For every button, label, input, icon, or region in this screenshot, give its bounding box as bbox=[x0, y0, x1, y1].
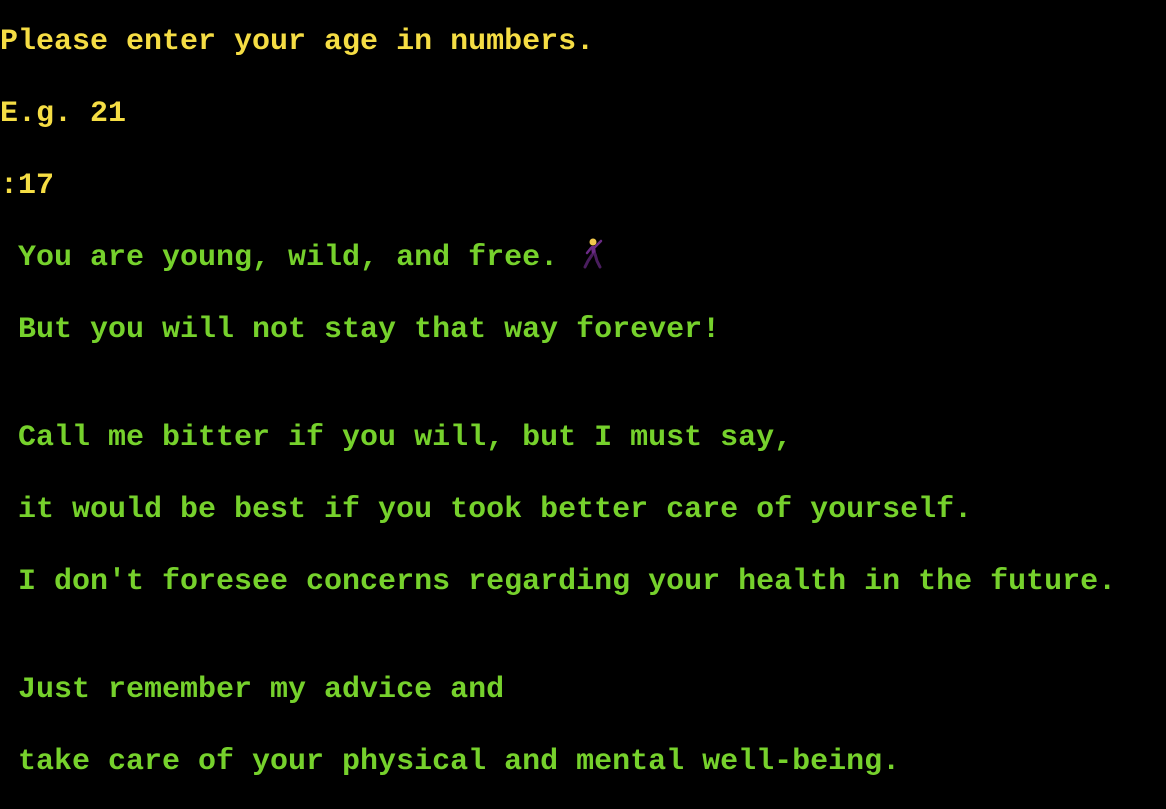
reply-line-health: I don't foresee concerns regarding your … bbox=[0, 565, 1117, 599]
terminal-window: Please enter your age in numbers. E.g. 2… bbox=[0, 0, 1166, 809]
reply-line-forever: But you will not stay that way forever! bbox=[0, 313, 721, 347]
example-line: E.g. 21 bbox=[0, 97, 127, 131]
reply-line-wellbeing: take care of your physical and mental we… bbox=[0, 745, 901, 779]
reply-line-advice: Just remember my advice and bbox=[0, 673, 505, 707]
dancing-person-icon bbox=[583, 238, 603, 269]
reply-line-young-text: You are young, wild, and free. bbox=[0, 241, 559, 275]
reply-line-young: You are young, wild, and free. bbox=[0, 238, 606, 276]
user-input-line: :17 bbox=[0, 169, 55, 203]
prompt-line: Please enter your age in numbers. bbox=[0, 25, 595, 59]
reply-line-care: it would be best if you took better care… bbox=[0, 493, 973, 527]
reply-line-bitter: Call me bitter if you will, but I must s… bbox=[0, 421, 793, 455]
